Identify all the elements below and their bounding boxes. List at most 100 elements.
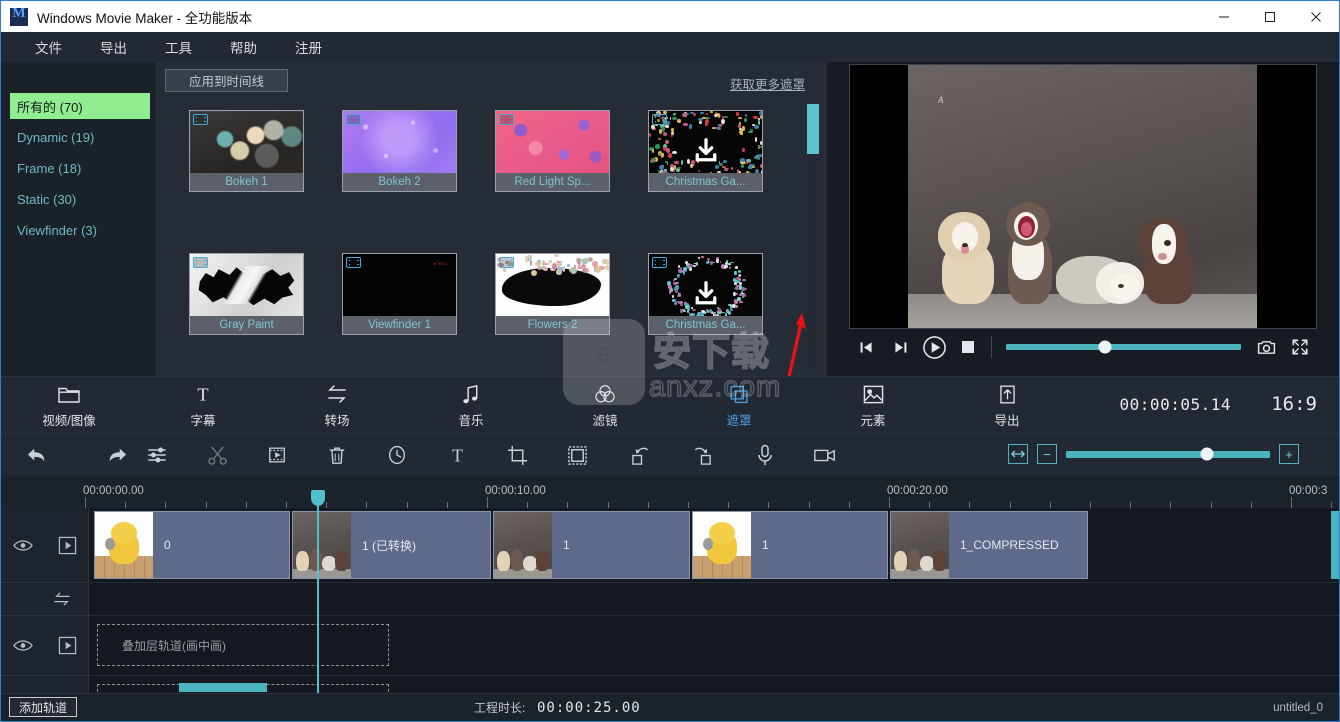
table-row[interactable]: 0: [94, 511, 290, 579]
adjust-icon[interactable]: [143, 442, 171, 468]
rotate-left-icon[interactable]: [627, 442, 655, 468]
mode-label: 导出: [994, 410, 1019, 429]
track-row-transition[interactable]: [89, 583, 1339, 616]
category-dynamic[interactable]: Dynamic (19): [10, 124, 150, 150]
trash-icon[interactable]: [323, 442, 351, 468]
stop-icon[interactable]: [951, 332, 985, 362]
mask-item-flowers-2[interactable]: Flowers 2: [495, 253, 610, 335]
category-viewfinder[interactable]: Viewfinder (3): [10, 217, 150, 243]
mask-item-christmas-ga-2[interactable]: Christmas Ga...: [648, 253, 763, 335]
timeline-vertical-scrollbar[interactable]: [1331, 511, 1339, 579]
ruler-label: 00:00:20.00: [887, 485, 948, 497]
preview-progress-slider[interactable]: [1006, 344, 1241, 350]
mode-video-image[interactable]: 视频/图像: [25, 383, 113, 429]
mode-filter[interactable]: 滤镜: [561, 383, 649, 429]
close-icon[interactable]: [1293, 1, 1339, 32]
zoom-knob[interactable]: [1200, 448, 1213, 461]
mic-icon[interactable]: [751, 442, 779, 468]
mask-item-bokeh-1[interactable]: Bokeh 1: [189, 110, 304, 192]
timeline-horizontal-scrollbar[interactable]: [179, 683, 267, 692]
scrollbar-thumb[interactable]: [807, 104, 819, 154]
apply-to-timeline-button[interactable]: 应用到时间线: [165, 69, 288, 92]
mask-item-gray-paint[interactable]: Gray Paint: [189, 253, 304, 335]
transition-track-icon[interactable]: [52, 591, 72, 607]
fit-width-icon[interactable]: [1008, 444, 1028, 464]
frame-icon[interactable]: [563, 442, 591, 468]
svg-text:T: T: [197, 384, 208, 404]
undo-icon[interactable]: [23, 442, 51, 468]
mode-label: 转场: [324, 410, 349, 429]
playhead[interactable]: [317, 490, 319, 693]
mode-mask[interactable]: 遮罩: [695, 383, 783, 429]
timeline-ruler[interactable]: 00:00:00.00 00:00:10.00 00:00:20.00 00:0…: [1, 476, 1339, 508]
menu-file[interactable]: 文件: [23, 33, 74, 61]
get-more-masks-link[interactable]: 获取更多遮罩: [730, 74, 805, 93]
category-frame[interactable]: Frame (18): [10, 155, 150, 181]
skip-next-icon[interactable]: [883, 332, 917, 362]
text-tool-icon[interactable]: T: [443, 442, 471, 468]
category-static[interactable]: Static (30): [10, 186, 150, 212]
divider: [991, 336, 992, 358]
zoom-in-button[interactable]: +: [1279, 444, 1299, 464]
mask-item-bokeh-2[interactable]: Bokeh 2: [342, 110, 457, 192]
category-all[interactable]: 所有的 (70): [10, 93, 150, 119]
preview-panel: A: [827, 62, 1339, 376]
clip-thumbnail: [293, 512, 351, 578]
aspect-ratio-label[interactable]: 16:9: [1271, 393, 1317, 415]
download-icon[interactable]: [691, 279, 721, 309]
rotate-right-icon[interactable]: [687, 442, 715, 468]
table-row[interactable]: 1 (已转换): [292, 511, 491, 579]
zoom-out-button[interactable]: −: [1037, 444, 1057, 464]
menu-tools[interactable]: 工具: [153, 33, 204, 61]
mode-element[interactable]: 元素: [829, 383, 917, 429]
eye-icon[interactable]: [13, 639, 33, 652]
video-track-icon[interactable]: [58, 536, 77, 555]
progress-knob[interactable]: [1098, 341, 1111, 354]
timeline-zoom-slider[interactable]: [1066, 451, 1270, 458]
mask-item-label: Red Light Sp...: [496, 173, 609, 191]
overlay-track-placeholder[interactable]: 叠加层轨道(画中画): [97, 624, 389, 666]
track-row-video[interactable]: 0 1 (已转换) 1 1 1_COMPRESSED: [89, 508, 1339, 583]
maximize-icon[interactable]: [1247, 1, 1293, 32]
video-track-icon[interactable]: [58, 636, 77, 655]
menu-export[interactable]: 导出: [88, 33, 139, 61]
timeline-tracks[interactable]: 0 1 (已转换) 1 1 1_COMPRESSED 叠加层轨道(画中画): [89, 508, 1339, 693]
camera-icon[interactable]: [1249, 332, 1283, 362]
scissors-icon[interactable]: [203, 442, 231, 468]
camera-rec-icon[interactable]: [811, 442, 839, 468]
play-circle-icon[interactable]: [917, 332, 951, 362]
film-split-icon[interactable]: [263, 442, 291, 468]
mode-music[interactable]: 音乐: [427, 383, 515, 429]
preview-controls: [849, 330, 1317, 364]
download-icon[interactable]: [691, 136, 721, 166]
svg-text:T: T: [452, 445, 463, 465]
track-row-overlay[interactable]: 叠加层轨道(画中画): [89, 616, 1339, 676]
redo-icon[interactable]: [103, 442, 131, 468]
mask-item-label: Christmas Ga...: [649, 316, 762, 334]
ruler-tick: [85, 497, 86, 508]
project-duration-label: 工程时长:: [474, 699, 525, 716]
eye-icon[interactable]: [13, 539, 33, 552]
clock-icon[interactable]: [383, 442, 411, 468]
table-row[interactable]: 1: [493, 511, 690, 579]
clip-thumbnail: [494, 512, 552, 578]
movie-maker-window: Windows Movie Maker - 全功能版本 文件 导出 工具 帮助 …: [0, 0, 1340, 722]
menu-register[interactable]: 注册: [283, 33, 334, 61]
mode-subtitle[interactable]: T 字幕: [159, 383, 247, 429]
mode-transition[interactable]: 转场: [293, 383, 381, 429]
mask-item-red-light-sp[interactable]: Red Light Sp...: [495, 110, 610, 192]
table-row[interactable]: 1: [692, 511, 888, 579]
clip-thumbnail: [891, 512, 949, 578]
mask-item-christmas-ga-1[interactable]: Christmas Ga...: [648, 110, 763, 192]
minimize-icon[interactable]: [1201, 1, 1247, 32]
add-track-button[interactable]: 添加轨道: [9, 697, 77, 717]
mask-item-viewfinder-1[interactable]: ● REC Viewfinder 1: [342, 253, 457, 335]
skip-previous-icon[interactable]: [849, 332, 883, 362]
mode-export[interactable]: 导出: [963, 383, 1051, 429]
crop-icon[interactable]: [503, 442, 531, 468]
fullscreen-icon[interactable]: [1283, 332, 1317, 362]
current-timecode: 00:00:05.14: [1120, 395, 1231, 414]
table-row[interactable]: 1_COMPRESSED: [890, 511, 1088, 579]
menu-help[interactable]: 帮助: [218, 33, 269, 61]
mask-item-label: Christmas Ga...: [649, 173, 762, 191]
